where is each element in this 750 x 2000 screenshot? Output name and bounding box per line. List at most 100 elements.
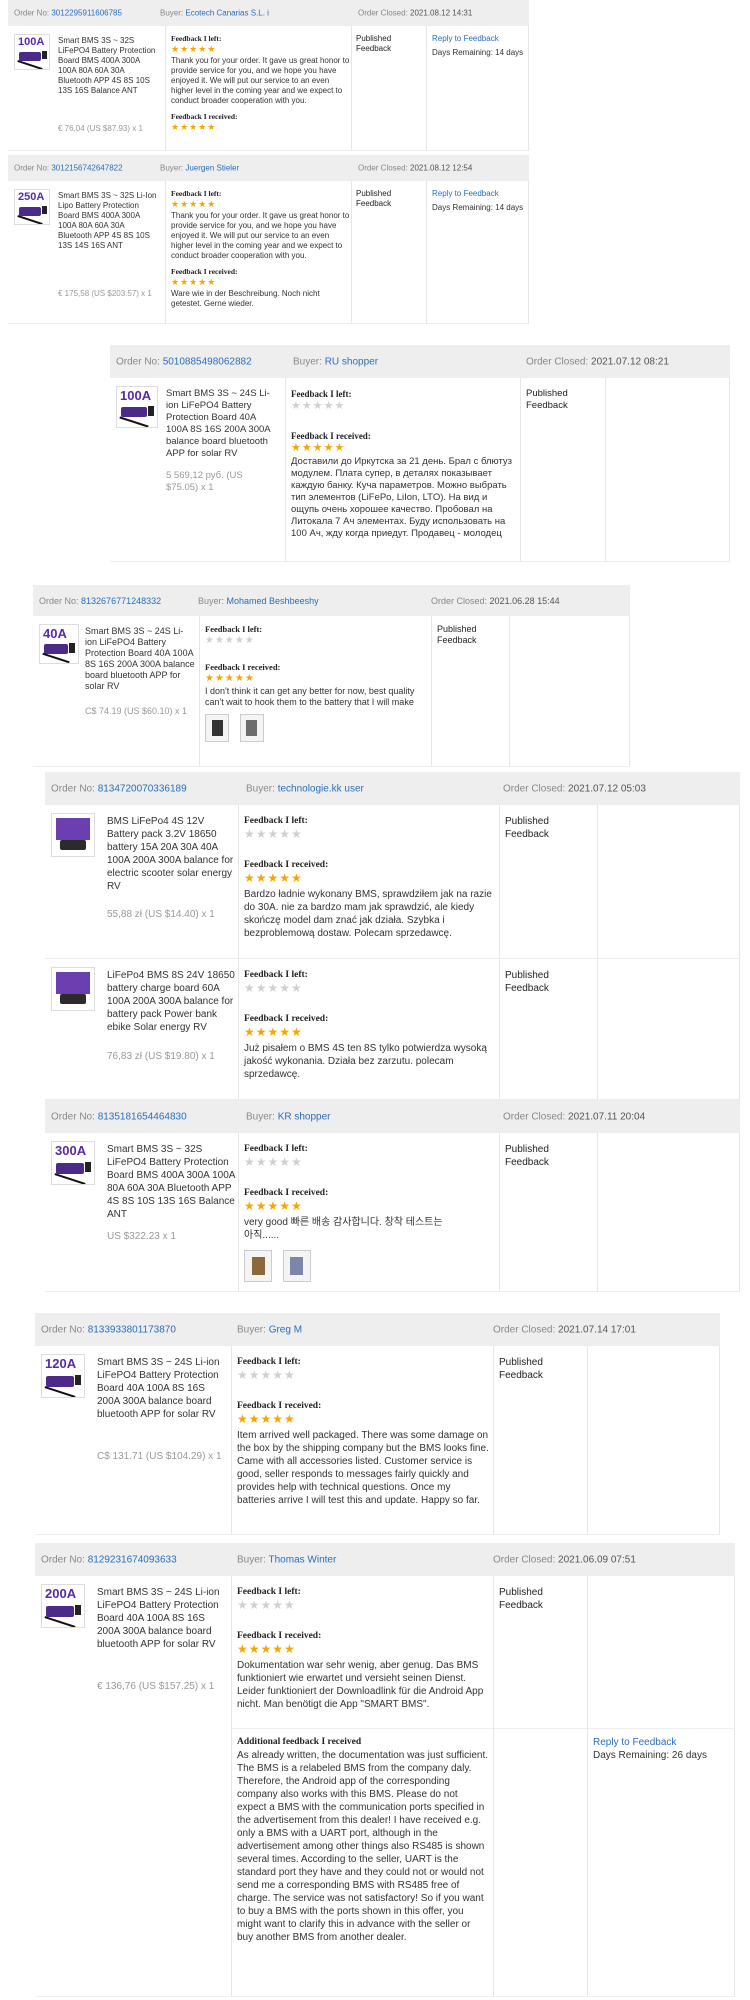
product-title[interactable]: Smart BMS 3S ~ 24S Li-ion LiFePO4 Batter… (166, 388, 276, 460)
buyer-link[interactable]: Thomas Winter (269, 1554, 337, 1565)
buyer-link[interactable]: Mohamed Beshbeeshy (227, 596, 319, 606)
feedback-received-stars: ★★★★★ (171, 122, 217, 132)
reply-to-feedback-link[interactable]: Reply to Feedback (432, 34, 499, 43)
product-amp-label: 120A (45, 1356, 77, 1371)
product-image[interactable] (51, 813, 95, 857)
order-number-link[interactable]: 8133933801173870 (88, 1324, 176, 1335)
buyer-link[interactable]: technologie.kk user (278, 783, 364, 794)
product-image[interactable] (51, 967, 95, 1011)
reply-to-feedback-link[interactable]: Reply to Feedback (593, 1737, 676, 1748)
product-title[interactable]: Smart BMS 3S ~ 24S Li-ion LiFePO4 Batter… (97, 1356, 225, 1421)
feedback-received-heading: Feedback I received: (171, 267, 238, 276)
feedback-cell: Feedback I left: ★★★★★ Feedback I receiv… (237, 1586, 489, 1711)
feedback-cell: Feedback I left: ★★★★★ Feedback I receiv… (244, 815, 494, 940)
days-remaining: Days Remaining: 14 days (432, 203, 524, 212)
reply-to-feedback-link[interactable]: Reply to Feedback (432, 189, 499, 198)
feedback-status: Published Feedback (356, 34, 392, 53)
product-title[interactable]: Smart BMS 3S ~ 32S LiFePO4 Battery Prote… (58, 36, 158, 96)
feedback-left-stars: ★★★★★ (171, 44, 217, 54)
order-closed-date: 2021.06.09 07:51 (558, 1554, 636, 1565)
order-number-link[interactable]: 3012156742647822 (51, 164, 122, 173)
product-price: € 175,58 (US $203.57) x 1 (58, 289, 152, 298)
order-closed-label: Order Closed: (493, 1324, 556, 1335)
feedback-received-stars: ★★★★★ (244, 1199, 303, 1213)
order-block-6: Order No: 8129231674093633 Buyer: Thomas… (35, 1543, 735, 1997)
additional-feedback-cell: Additional feedback I received As alread… (237, 1736, 489, 1944)
order-block-5: Order No: 8133933801173870 Buyer: Greg M… (35, 1313, 720, 1535)
feedback-received-stars: ★★★★★ (237, 1412, 296, 1426)
feedback-received-text: Item arrived well packaged. There was so… (237, 1430, 489, 1506)
additional-feedback-text: As already written, the documentation wa… (237, 1750, 489, 1943)
feedback-status: Published Feedback (499, 1357, 543, 1381)
feedback-photo[interactable] (282, 1250, 311, 1282)
product-image[interactable]: 100A (14, 34, 50, 70)
order-row: 120A Smart BMS 3S ~ 24S Li-ion LiFePO4 B… (35, 1346, 720, 1535)
order-item-row: LiFePo4 BMS 8S 24V 18650 battery charge … (45, 959, 740, 1100)
feedback-left-text: Thank you for your order. It gave us gre… (171, 56, 350, 105)
days-remaining: Days Remaining: 26 days (593, 1750, 707, 1761)
order-number-link[interactable]: 5010885498062882 (163, 356, 252, 367)
product-price: C$ 74.19 (US $60.10) x 1 (85, 706, 188, 716)
order-number-link[interactable]: 8135181654464830 (98, 1111, 187, 1122)
product-amp-label: 200A (45, 1586, 77, 1601)
order-no-label: Order No: (39, 595, 79, 606)
feedback-cell: Feedback I left: ★★★★★ Feedback I receiv… (237, 1356, 489, 1507)
order-block-1: Order No: 3012295911606785 Buyer: Ecotec… (8, 0, 529, 324)
product-title[interactable]: BMS LiFePo4 4S 12V Battery pack 3.2V 186… (107, 815, 237, 893)
feedback-photo[interactable] (239, 714, 264, 742)
order-number-link[interactable]: 8129231674093633 (88, 1554, 177, 1565)
order-number-link[interactable]: 8132676771248332 (81, 596, 161, 606)
buyer-link[interactable]: Ecotech Canarias S.L. i (185, 9, 269, 18)
buyer-link[interactable]: Greg M (269, 1324, 302, 1335)
order-closed-label: Order Closed: (358, 8, 408, 18)
buyer-label: Buyer: (237, 1324, 266, 1335)
order-item-row: BMS LiFePo4 4S 12V Battery pack 3.2V 186… (45, 805, 740, 959)
feedback-status: Published Feedback (499, 1587, 543, 1611)
order-block-4: Order No: 8134720070336189 Buyer: techno… (45, 772, 740, 1292)
order-row: 300A Smart BMS 3S ~ 32S LiFePO4 Battery … (45, 1133, 740, 1292)
feedback-photo[interactable] (244, 1250, 272, 1282)
product-amp-label: 250A (18, 191, 45, 203)
buyer-label: Buyer: (246, 1111, 275, 1122)
product-title[interactable]: LiFePo4 BMS 8S 24V 18650 battery charge … (107, 969, 237, 1034)
order-number-link[interactable]: 3012295911606785 (51, 9, 122, 18)
feedback-photo[interactable] (205, 714, 229, 742)
feedback-left-stars: ★★★★★ (171, 199, 217, 209)
feedback-cell: Feedback I left: ★★★★★ Feedback I receiv… (205, 624, 427, 742)
order-closed-label: Order Closed: (503, 783, 566, 794)
product-title[interactable]: Smart BMS 3S ~ 32S Li-Ion Lipo Battery P… (58, 191, 158, 251)
product-image[interactable]: 120A (41, 1354, 85, 1398)
product-image[interactable]: 40A (39, 624, 79, 664)
feedback-left-heading: Feedback I left: (171, 34, 222, 43)
feedback-left-stars: ★★★★★ (244, 981, 303, 995)
product-title[interactable]: Smart BMS 3S ~ 32S LiFePO4 Battery Prote… (107, 1143, 237, 1221)
order-row: 250A Smart BMS 3S ~ 32S Li-Ion Lipo Batt… (8, 181, 529, 324)
product-image[interactable]: 100A (116, 386, 158, 428)
feedback-cell: Feedback I left: ★★★★★ Thank you for you… (171, 189, 351, 309)
days-remaining: Days Remaining: 14 days (432, 48, 524, 57)
buyer-link[interactable]: KR shopper (278, 1111, 331, 1122)
order-row: 40A Smart BMS 3S ~ 24S Li-ion LiFePO4 Ba… (33, 616, 630, 767)
buyer-label: Buyer: (293, 356, 322, 367)
feedback-photos (205, 714, 427, 742)
feedback-received-text: Доставили до Иркутска за 21 день. Брал с… (291, 456, 513, 539)
product-price: € 76,04 (US $87.93) x 1 (58, 124, 143, 133)
product-image[interactable]: 250A (14, 189, 50, 225)
order-block-3: Order No: 8132676771248332 Buyer: Mohame… (33, 585, 630, 767)
feedback-left-stars: ★★★★★ (244, 827, 303, 841)
feedback-received-heading: Feedback I received: (205, 662, 281, 672)
feedback-received-stars: ★★★★★ (291, 442, 346, 454)
product-image[interactable]: 200A (41, 1584, 85, 1628)
product-image[interactable]: 300A (51, 1141, 95, 1185)
buyer-link[interactable]: RU shopper (325, 356, 378, 367)
feedback-left-heading: Feedback I left: (205, 624, 263, 634)
product-title[interactable]: Smart BMS 3S ~ 24S Li-ion LiFePO4 Batter… (85, 626, 195, 692)
feedback-status: Published Feedback (505, 816, 549, 840)
feedback-received-stars: ★★★★★ (244, 1025, 303, 1039)
buyer-label: Buyer: (160, 163, 184, 173)
order-closed-label: Order Closed: (503, 1111, 566, 1122)
product-amp-label: 40A (43, 626, 67, 641)
order-number-link[interactable]: 8134720070336189 (98, 783, 187, 794)
buyer-link[interactable]: Juergen Stieler (185, 164, 239, 173)
product-title[interactable]: Smart BMS 3S ~ 24S Li-ion LiFePO4 Batter… (97, 1586, 225, 1651)
